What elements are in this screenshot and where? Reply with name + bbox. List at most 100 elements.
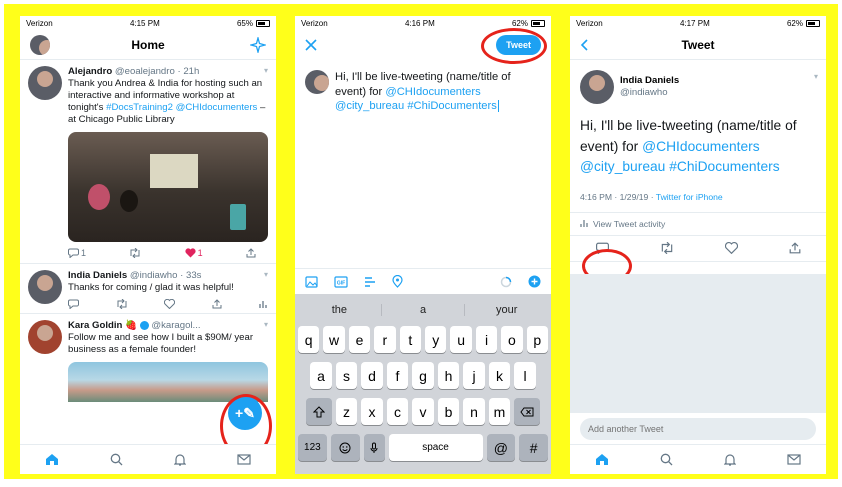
tweet-photo[interactable] xyxy=(68,362,268,402)
hash-key[interactable]: # xyxy=(519,434,548,461)
suggestion-item[interactable]: the xyxy=(298,304,382,316)
notifications-tab-icon[interactable] xyxy=(173,453,186,466)
photo-icon[interactable] xyxy=(305,275,318,288)
key-e[interactable]: e xyxy=(348,326,371,353)
close-icon[interactable] xyxy=(305,39,317,51)
suggestion-item[interactable]: a xyxy=(382,304,466,316)
key-r[interactable]: r xyxy=(374,326,396,353)
poll-icon[interactable] xyxy=(364,276,376,288)
key-p[interactable]: p xyxy=(526,326,549,353)
chevron-down-icon[interactable]: ▾ xyxy=(814,72,818,81)
key-u[interactable]: u xyxy=(450,326,472,353)
retweet-icon[interactable] xyxy=(129,247,141,259)
shift-key[interactable] xyxy=(305,398,332,425)
share-icon[interactable] xyxy=(789,242,801,254)
compose-tweet-button[interactable]: +✎ xyxy=(228,396,262,430)
search-tab-icon[interactable] xyxy=(660,453,673,466)
key-c[interactable]: c xyxy=(386,398,409,425)
key-s[interactable]: s xyxy=(335,362,358,389)
like-button[interactable]: 1 xyxy=(185,247,203,259)
author-name[interactable]: Alejandro xyxy=(68,66,112,77)
key-h[interactable]: h xyxy=(437,362,460,389)
key-v[interactable]: v xyxy=(412,398,434,425)
activity-label: View Tweet activity xyxy=(593,218,666,229)
key-t[interactable]: t xyxy=(399,326,421,353)
avatar[interactable] xyxy=(28,66,62,100)
key-b[interactable]: b xyxy=(437,398,460,425)
key-z[interactable]: z xyxy=(335,398,358,425)
messages-tab-icon[interactable] xyxy=(787,454,801,465)
time-label: 4:17 PM xyxy=(679,18,710,28)
key-f[interactable]: f xyxy=(386,362,409,389)
backspace-key[interactable] xyxy=(514,398,541,425)
key-x[interactable]: x xyxy=(361,398,383,425)
key-i[interactable]: i xyxy=(475,326,498,353)
source-link[interactable]: Twitter for iPhone xyxy=(656,192,723,202)
battery-icon xyxy=(531,19,545,27)
like-icon[interactable] xyxy=(164,299,175,309)
analytics-icon[interactable] xyxy=(258,299,268,309)
hashtag-link[interactable]: #DocsTraining2 xyxy=(106,102,173,113)
mention-link[interactable]: @city_bureau xyxy=(580,159,665,174)
mention-link[interactable]: @CHIdocumenters xyxy=(642,139,760,154)
avatar[interactable] xyxy=(28,270,62,304)
sparkle-icon[interactable] xyxy=(250,36,266,53)
space-key[interactable]: space xyxy=(388,434,483,461)
key-j[interactable]: j xyxy=(463,362,485,389)
key-y[interactable]: y xyxy=(425,326,447,353)
chevron-down-icon[interactable]: ▾ xyxy=(264,270,268,279)
key-q[interactable]: q xyxy=(297,326,320,353)
reply-icon[interactable] xyxy=(595,242,609,254)
profile-avatar[interactable] xyxy=(30,34,50,55)
compose-area[interactable]: Hi, I'll be live-tweeting (name/title of… xyxy=(295,60,551,124)
author-name[interactable]: India Daniels xyxy=(68,270,127,281)
like-icon[interactable] xyxy=(724,242,738,254)
share-icon[interactable] xyxy=(246,247,256,259)
chevron-down-icon[interactable]: ▾ xyxy=(264,320,268,329)
author-name[interactable]: India Daniels xyxy=(620,75,679,87)
key-a[interactable]: a xyxy=(310,362,332,389)
key-n[interactable]: n xyxy=(463,398,485,425)
view-activity-row[interactable]: View Tweet activity xyxy=(570,211,826,236)
key-m[interactable]: m xyxy=(488,398,511,425)
home-tab-icon[interactable] xyxy=(595,453,609,466)
avatar[interactable] xyxy=(28,320,62,354)
reply-icon[interactable] xyxy=(68,299,79,309)
numbers-key[interactable]: 123 xyxy=(298,434,327,461)
add-tweet-input[interactable] xyxy=(580,418,816,440)
microphone-key[interactable] xyxy=(363,434,385,461)
messages-tab-icon[interactable] xyxy=(237,454,251,465)
key-d[interactable]: d xyxy=(361,362,383,389)
emoji-key[interactable] xyxy=(330,434,360,461)
back-chevron-icon[interactable] xyxy=(580,38,588,51)
chevron-down-icon[interactable]: ▾ xyxy=(264,66,268,75)
key-g[interactable]: g xyxy=(412,362,434,389)
tweet-card[interactable]: India Daniels @indiawho · 33s Thanks for… xyxy=(20,264,276,314)
key-w[interactable]: w xyxy=(323,326,345,353)
suggestion-item[interactable]: your xyxy=(465,304,548,316)
avatar[interactable] xyxy=(580,70,614,104)
gif-icon[interactable]: GIF xyxy=(334,275,348,288)
location-icon[interactable] xyxy=(392,275,403,288)
mention-link[interactable]: @CHIdocumenters xyxy=(176,102,258,113)
key-k[interactable]: k xyxy=(488,362,511,389)
tweet-card[interactable]: Alejandro @eoalejandro · 21h Thank you A… xyxy=(20,60,276,264)
retweet-icon[interactable] xyxy=(116,299,128,309)
tweet-photo[interactable] xyxy=(68,132,268,242)
tweet-author: India Daniels @indiawho ▾ xyxy=(570,60,826,104)
key-o[interactable]: o xyxy=(501,326,523,353)
share-icon[interactable] xyxy=(212,299,222,309)
at-key[interactable]: @ xyxy=(486,434,516,461)
tweet-button[interactable]: Tweet xyxy=(496,35,541,55)
author-name[interactable]: Kara Goldin xyxy=(68,320,122,331)
tweet-card[interactable]: Kara Goldin 🍓 @karagol... Follow me and … xyxy=(20,314,276,406)
reply-button[interactable]: 1 xyxy=(68,247,86,259)
compose-text[interactable]: Hi, I'll be live-tweeting (name/title of… xyxy=(335,70,541,114)
notifications-tab-icon[interactable] xyxy=(723,453,736,466)
key-l[interactable]: l xyxy=(514,362,536,389)
home-tab-icon[interactable] xyxy=(45,453,59,466)
add-thread-icon[interactable] xyxy=(528,275,541,288)
search-tab-icon[interactable] xyxy=(110,453,123,466)
retweet-icon[interactable] xyxy=(660,242,674,254)
hashtag-link[interactable]: #ChiDocumenters xyxy=(669,159,779,174)
